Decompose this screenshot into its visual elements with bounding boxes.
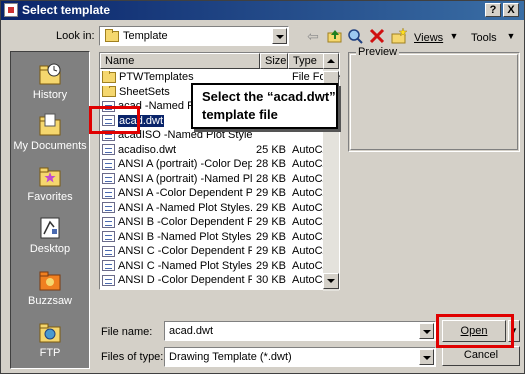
preview-pane <box>348 52 520 152</box>
file-name-cell: ANSI A -Named Plot Styles.dwt <box>118 201 252 214</box>
file-name-value: acad.dwt <box>169 325 214 337</box>
history-icon <box>36 61 64 87</box>
file-name-cell: ANSI B -Color Dependent Plot Styles.dwt <box>118 216 252 228</box>
file-name-cell: ANSI D -Color Dependent Plot Styles.dwt <box>118 274 252 286</box>
ftp-icon <box>36 319 64 345</box>
dwt-file-icon <box>102 231 115 243</box>
column-header-size[interactable]: Size <box>260 53 288 69</box>
title-bar[interactable]: Select template ? X <box>1 1 524 20</box>
callout-line-2: template file <box>202 107 278 122</box>
file-size-cell: 29 KB <box>256 230 286 243</box>
preview-label: Preview <box>356 46 400 58</box>
look-in-dropdown[interactable]: Template <box>99 26 289 46</box>
file-name-cell: ANSI C -Named Plot Styles.dwt <box>118 259 252 272</box>
app-icon <box>4 3 18 17</box>
callout-line-1: Select the “acad.dwt” <box>202 89 336 104</box>
delete-icon[interactable] <box>368 27 386 45</box>
dwt-file-icon <box>102 158 115 170</box>
file-size-cell: 25 KB <box>256 143 286 156</box>
files-of-type-dropdown[interactable]: Drawing Template (*.dwt) <box>164 347 436 367</box>
dwt-file-icon <box>102 187 115 199</box>
place-my-documents[interactable]: My Documents <box>11 109 89 159</box>
files-of-type-value: Drawing Template (*.dwt) <box>169 351 292 363</box>
file-size-cell: 28 KB <box>256 172 286 185</box>
file-name-cell: ANSI A (portrait) -Color Dependent Plot … <box>118 158 252 170</box>
buzzsaw-icon <box>36 267 64 293</box>
column-header-type[interactable]: Type <box>288 53 324 69</box>
close-button[interactable]: X <box>503 3 519 17</box>
search-web-icon[interactable] <box>346 27 364 45</box>
file-size-cell: 30 KB <box>256 274 286 286</box>
help-button[interactable]: ? <box>485 3 501 17</box>
file-name-cell: ANSI A (portrait) -Named Plot Styles.dwt <box>118 172 252 185</box>
place-favorites[interactable]: Favorites <box>11 160 89 210</box>
tools-dropdown-icon[interactable]: ▼ <box>502 27 520 45</box>
highlight-open-button <box>436 314 514 348</box>
file-size-cell: 29 KB <box>256 187 286 199</box>
file-name-cell: ANSI B -Named Plot Styles.dwt <box>118 230 252 243</box>
dwt-file-icon <box>102 216 115 228</box>
file-name-cell: PTWTemplates <box>119 71 194 83</box>
dwt-file-icon <box>102 144 115 156</box>
look-in-value: Template <box>123 30 168 42</box>
scroll-up-button[interactable] <box>323 53 339 69</box>
folder-icon <box>105 29 119 42</box>
file-name-cell: ANSI A -Color Dependent Plot Styles.dwt <box>118 187 252 199</box>
dwt-file-icon <box>102 245 115 257</box>
cancel-button[interactable]: Cancel <box>442 346 520 366</box>
folder-icon <box>102 85 116 98</box>
place-buzzsaw[interactable]: Buzzsaw <box>11 264 89 314</box>
file-name-input[interactable]: acad.dwt <box>164 321 436 341</box>
tools-label: Tools <box>471 32 497 44</box>
up-folder-icon[interactable] <box>326 27 344 45</box>
file-size-cell: 29 KB <box>256 201 286 214</box>
place-ftp[interactable]: FTP <box>11 316 89 366</box>
views-dropdown-icon[interactable]: ▼ <box>445 27 463 45</box>
column-header-name[interactable]: Name <box>100 53 260 69</box>
places-bar: History My Documents Favorites Desktop B… <box>10 51 90 369</box>
folder-icon <box>102 71 116 83</box>
views-label: Views <box>414 32 444 44</box>
file-size-cell: 29 KB <box>256 259 286 272</box>
file-name-label: File name: <box>101 326 153 338</box>
select-template-dialog: Select template ? X Look in: Template ⇦ … <box>0 0 525 374</box>
instruction-callout: Select the “acad.dwt” template file <box>191 83 338 129</box>
place-desktop[interactable]: Desktop <box>11 212 89 262</box>
dwt-file-icon <box>102 260 115 272</box>
file-size-cell: 29 KB <box>256 216 286 228</box>
look-in-label: Look in: <box>56 30 95 42</box>
file-name-cell: SheetSets <box>119 85 170 98</box>
window-title: Select template <box>22 3 111 17</box>
new-folder-icon[interactable] <box>390 27 408 45</box>
file-size-cell: 29 KB <box>256 245 286 257</box>
files-of-type-label: Files of type: <box>101 351 164 363</box>
file-size-cell: 28 KB <box>256 158 286 170</box>
dwt-file-icon <box>102 274 115 286</box>
file-name-cell: ANSI C -Color Dependent Plot Styles.dwt <box>118 245 252 257</box>
chevron-down-icon[interactable] <box>419 349 434 365</box>
back-icon[interactable]: ⇦ <box>304 27 322 45</box>
dwt-file-icon <box>102 202 115 214</box>
scroll-down-button[interactable] <box>323 273 339 289</box>
chevron-down-icon[interactable] <box>419 323 434 339</box>
dwt-file-icon <box>102 173 115 185</box>
favorites-icon <box>36 163 64 189</box>
highlight-acad-dwt <box>89 106 140 134</box>
desktop-icon <box>36 215 64 241</box>
place-history[interactable]: History <box>11 58 89 108</box>
chevron-down-icon[interactable] <box>272 28 287 44</box>
my-documents-icon <box>36 112 64 138</box>
file-name-cell: acadiso.dwt <box>118 143 177 156</box>
